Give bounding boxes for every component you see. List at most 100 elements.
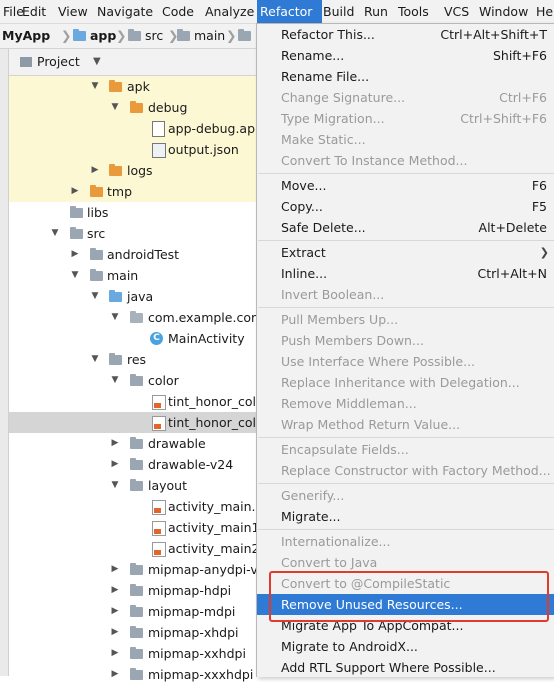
breadcrumb-src[interactable]: src <box>128 24 163 48</box>
menu-item-inline[interactable]: Inline... Ctrl+Alt+N <box>257 263 554 284</box>
tree-label: mipmap-anydpi-v2 <box>148 562 266 577</box>
apk-file-icon <box>152 121 165 137</box>
menu-item-migrate[interactable]: Migrate... <box>257 506 554 527</box>
chevron-right-icon[interactable]: ▶ <box>110 559 120 580</box>
menu-code[interactable]: Code <box>159 0 197 23</box>
chevron-down-icon[interactable]: ▼ <box>70 265 80 286</box>
menu-item-replace-inheritance[interactable]: Replace Inheritance with Delegation... <box>257 372 554 393</box>
menu-item-migrate-androidx[interactable]: Migrate to AndroidX... <box>257 636 554 657</box>
main-menu-bar: File Edit View Navigate Code Analyze Ref… <box>0 0 554 24</box>
menu-window[interactable]: Window <box>476 0 531 23</box>
menu-item-type-migration[interactable]: Type Migration... Ctrl+Shift+F6 <box>257 108 554 129</box>
chevron-right-icon[interactable]: ▶ <box>110 580 120 601</box>
folder-icon <box>90 269 103 281</box>
menu-run[interactable]: Run <box>361 0 391 23</box>
chevron-down-icon[interactable]: ▼ <box>90 76 100 97</box>
tree-label: com.example.comp <box>148 310 272 325</box>
chevron-right-icon[interactable]: ▶ <box>70 181 80 202</box>
menu-item-label: Inline... <box>281 266 328 281</box>
breadcrumb-app[interactable]: app <box>73 24 116 48</box>
tree-label: output.json <box>168 142 239 157</box>
chevron-right-icon[interactable]: ▶ <box>110 643 120 664</box>
menu-separator <box>258 529 554 530</box>
tree-label: debug <box>148 100 188 115</box>
chevron-down-icon[interactable]: ▼ <box>110 475 120 496</box>
menu-item-safe-delete[interactable]: Safe Delete... Alt+Delete <box>257 217 554 238</box>
menu-item-extract[interactable]: Extract ❯ <box>257 242 554 263</box>
chevron-down-icon[interactable]: ▼ <box>110 307 120 328</box>
xml-file-icon <box>152 395 166 410</box>
menu-item-make-static[interactable]: Make Static... <box>257 129 554 150</box>
chevron-right-icon[interactable]: ▶ <box>110 622 120 643</box>
breadcrumb-label: MyApp <box>2 28 51 43</box>
menu-item-internationalize[interactable]: Internationalize... <box>257 531 554 552</box>
menu-help[interactable]: He <box>533 0 554 23</box>
folder-icon <box>70 206 83 218</box>
menu-item-label: Add RTL Support Where Possible... <box>281 660 496 675</box>
chevron-right-icon[interactable]: ▶ <box>110 664 120 685</box>
menu-item-wrap-return-value[interactable]: Wrap Method Return Value... <box>257 414 554 435</box>
xml-file-icon <box>152 416 166 431</box>
menu-item-change-signature[interactable]: Change Signature... Ctrl+F6 <box>257 87 554 108</box>
chevron-right-icon[interactable]: ▶ <box>70 244 80 265</box>
menu-item-move[interactable]: Move... F6 <box>257 175 554 196</box>
breadcrumb-main[interactable]: main <box>177 24 225 48</box>
folder-icon <box>109 80 122 92</box>
chevron-right-icon[interactable]: ▶ <box>90 160 100 181</box>
menu-item-rename[interactable]: Rename... Shift+F6 <box>257 45 554 66</box>
breadcrumb-myapp[interactable]: MyApp <box>2 24 50 48</box>
tree-label: apk <box>127 79 150 94</box>
chevron-down-icon[interactable]: ▼ <box>110 97 120 118</box>
folder-icon <box>109 164 122 176</box>
menu-item-pull-members-up[interactable]: Pull Members Up... <box>257 309 554 330</box>
menu-item-label: Generify... <box>281 488 345 503</box>
menu-item-use-interface[interactable]: Use Interface Where Possible... <box>257 351 554 372</box>
chevron-right-icon[interactable]: ▶ <box>110 454 120 475</box>
menu-vcs[interactable]: VCS <box>441 0 472 23</box>
menu-build[interactable]: Build <box>320 0 357 23</box>
menu-refactor[interactable]: Refactor <box>257 0 322 23</box>
menu-item-label: Internationalize... <box>281 534 391 549</box>
chevron-down-icon[interactable]: ▼ <box>110 370 120 391</box>
menu-item-add-rtl-support[interactable]: Add RTL Support Where Possible... <box>257 657 554 678</box>
chevron-right-icon[interactable]: ▶ <box>110 433 120 454</box>
menu-item-remove-middleman[interactable]: Remove Middleman... <box>257 393 554 414</box>
menu-item-convert-instance-method[interactable]: Convert To Instance Method... <box>257 150 554 171</box>
chevron-down-icon[interactable]: ▼ <box>90 349 100 370</box>
tree-label: libs <box>87 205 109 220</box>
chevron-down-icon[interactable]: ▼ <box>50 223 60 244</box>
menu-analyze[interactable]: Analyze <box>202 0 257 23</box>
menu-navigate[interactable]: Navigate <box>94 0 156 23</box>
breadcrumb-label: app <box>90 28 117 43</box>
chevron-down-icon[interactable]: ▼ <box>93 49 101 75</box>
menu-separator <box>258 483 554 484</box>
menu-item-refactor-this[interactable]: Refactor This... Ctrl+Alt+Shift+T <box>257 24 554 45</box>
menu-item-copy[interactable]: Copy... F5 <box>257 196 554 217</box>
chevron-down-icon[interactable]: ▼ <box>90 286 100 307</box>
menu-item-replace-constructor[interactable]: Replace Constructor with Factory Method.… <box>257 460 554 481</box>
menu-item-rename-file[interactable]: Rename File... <box>257 66 554 87</box>
project-view-icon <box>20 57 32 67</box>
menu-item-label: Migrate to AndroidX... <box>281 639 418 654</box>
menu-item-generify[interactable]: Generify... <box>257 485 554 506</box>
xml-file-icon <box>152 500 166 515</box>
folder-icon <box>130 605 143 617</box>
left-tool-strip <box>0 49 9 676</box>
menu-tools[interactable]: Tools <box>395 0 432 23</box>
menu-item-convert-to-java[interactable]: Convert to Java <box>257 552 554 573</box>
menu-item-push-members-down[interactable]: Push Members Down... <box>257 330 554 351</box>
menu-item-invert-boolean[interactable]: Invert Boolean... <box>257 284 554 305</box>
menu-item-shortcut: Ctrl+F6 <box>499 90 547 105</box>
menu-edit[interactable]: Edit <box>19 0 49 23</box>
menu-item-shortcut: Shift+F6 <box>492 48 547 63</box>
chevron-right-icon[interactable]: ▶ <box>110 601 120 622</box>
folder-icon <box>90 248 103 260</box>
menu-view[interactable]: View <box>55 0 91 23</box>
menu-item-encapsulate-fields[interactable]: Encapsulate Fields... <box>257 439 554 460</box>
menu-item-label: Use Interface Where Possible... <box>281 354 476 369</box>
folder-icon <box>70 227 83 239</box>
breadcrumb-next[interactable] <box>238 24 255 48</box>
breadcrumb-label: main <box>194 28 226 43</box>
project-view-label[interactable]: Project <box>37 49 80 75</box>
folder-icon <box>130 584 143 596</box>
